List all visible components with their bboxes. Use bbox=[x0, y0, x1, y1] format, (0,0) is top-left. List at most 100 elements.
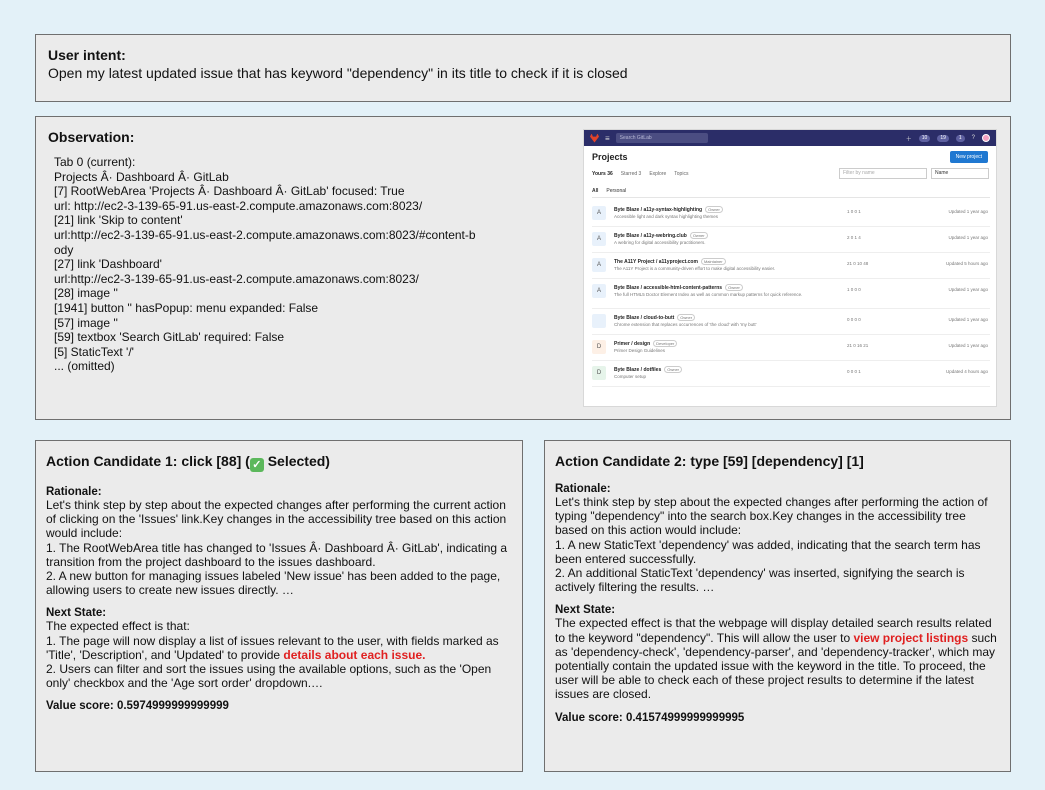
project-row[interactable]: Byte Blaze / cloud-to-butt Owner Chrome e… bbox=[592, 309, 990, 335]
project-name[interactable]: Byte Blaze / cloud-to-butt Owner bbox=[614, 314, 696, 321]
rationale-text: 1. The RootWebArea title has changed to … bbox=[46, 540, 508, 569]
next-state-label: Next State: bbox=[555, 604, 616, 617]
role-badge: Owner bbox=[725, 284, 743, 291]
rationale-label: Rationale: bbox=[555, 483, 611, 495]
project-stats: 0 0 0 0 bbox=[847, 317, 861, 322]
user-intent-text: Open my latest updated issue that has ke… bbox=[48, 65, 628, 81]
candidate-title: Action Candidate 2: type [59] [dependenc… bbox=[555, 453, 864, 469]
obs-line: [59] textbox 'Search GitLab' required: F… bbox=[54, 330, 285, 345]
next-state-text: 1. The page will now display a list of i… bbox=[46, 633, 499, 662]
rationale-text: 1. A new StaticText 'dependency' was add… bbox=[555, 537, 981, 566]
tab-explore[interactable]: Explore bbox=[649, 171, 666, 177]
rationale-label: Rationale: bbox=[46, 486, 102, 498]
project-stats: 0 0 0 1 bbox=[847, 369, 861, 374]
project-stats: 21 0 16 21 bbox=[847, 343, 869, 348]
obs-line: url:http://ec2-3-139-65-91.us-east-2.com… bbox=[54, 227, 476, 242]
project-name[interactable]: Byte Blaze / a11y-syntax-highlighting Own… bbox=[614, 206, 723, 213]
menu-icon[interactable]: ≡ bbox=[605, 134, 610, 143]
rationale-text: Let's think step by step about the expec… bbox=[555, 495, 988, 538]
observation-panel: Observation: Tab 0 (current): Projects Â… bbox=[35, 116, 1011, 420]
project-name[interactable]: Byte Blaze / accessible-html-content-pat… bbox=[614, 284, 743, 291]
candidate-title: Action Candidate 1: click [88] (✓ Select… bbox=[46, 453, 330, 472]
next-state-text: 2. Users can filter and sort the issues … bbox=[46, 662, 492, 691]
project-avatar: A bbox=[592, 232, 606, 246]
project-row[interactable]: A The A11Y Project / a11yproject.com Main… bbox=[592, 253, 990, 279]
project-avatar: A bbox=[592, 284, 606, 298]
plus-icon[interactable]: ＋ bbox=[906, 134, 912, 143]
next-state-text: The expected effect is that the webpage … bbox=[555, 616, 997, 702]
project-list: A Byte Blaze / a11y-syntax-highlighting O… bbox=[592, 201, 990, 387]
gitlab-logo-icon[interactable] bbox=[590, 133, 599, 143]
rationale-text: 2. A new button for managing issues labe… bbox=[46, 569, 501, 598]
highlight-text: view project listings bbox=[853, 630, 969, 645]
obs-line: [5] StaticText '/' bbox=[54, 344, 134, 359]
project-description: The A11Y Project is a community-driven e… bbox=[614, 266, 776, 271]
next-state-intro: The expected effect is that: bbox=[46, 619, 190, 634]
project-avatar: A bbox=[592, 258, 606, 272]
observation-heading: Observation: bbox=[48, 129, 135, 145]
obs-line: Projects Â· Dashboard Â· GitLab bbox=[54, 169, 229, 184]
merge-requests-badge[interactable]: 19 bbox=[937, 134, 949, 142]
project-updated: Updated 1 year ago bbox=[948, 317, 988, 322]
value-score: Value score: 0.5974999999999999 bbox=[46, 700, 229, 713]
project-description: Accessible light and dark syntax highlig… bbox=[614, 214, 719, 219]
project-avatar: D bbox=[592, 366, 606, 380]
role-badge: Owner bbox=[677, 314, 696, 321]
obs-line: Tab 0 (current): bbox=[54, 155, 136, 169]
todos-badge[interactable]: 1 bbox=[955, 134, 965, 142]
role-badge: Developer bbox=[653, 340, 678, 347]
project-avatar: D bbox=[592, 340, 606, 354]
subtab-all[interactable]: All bbox=[592, 188, 598, 194]
search-input[interactable]: Search GitLab bbox=[615, 133, 708, 143]
page-title: Projects bbox=[592, 152, 628, 162]
project-stats: 2 0 1 4 bbox=[847, 235, 861, 240]
obs-line: [28] image '' bbox=[54, 286, 118, 301]
project-row[interactable]: D Byte Blaze / dotfiles Owner Computer se… bbox=[592, 361, 990, 387]
user-intent-heading: User intent: bbox=[48, 47, 126, 63]
topbar-actions: ＋ 10 19 1 ? bbox=[906, 134, 990, 143]
tab-starred[interactable]: Starred 3 bbox=[621, 171, 642, 177]
project-row[interactable]: A Byte Blaze / accessible-html-content-p… bbox=[592, 279, 990, 309]
project-description: The full HTML5 Doctor Element Index as w… bbox=[614, 292, 803, 297]
obs-line: [27] link 'Dashboard' bbox=[54, 257, 162, 272]
tab-yours[interactable]: Yours 36 bbox=[592, 171, 613, 177]
subtab-personal[interactable]: Personal bbox=[606, 188, 626, 194]
rationale-text: 2. An additional StaticText 'dependency'… bbox=[555, 566, 965, 595]
project-stats: 1 0 0 1 bbox=[847, 209, 861, 214]
tab-topics[interactable]: Topics bbox=[674, 171, 688, 177]
obs-line: url:http://ec2-3-139-65-91.us-east-2.com… bbox=[54, 271, 419, 286]
project-updated: Updated 4 hours ago bbox=[945, 369, 988, 374]
project-name[interactable]: The A11Y Project / a11yproject.com Mainta… bbox=[614, 258, 726, 265]
project-name[interactable]: Byte Blaze / dotfiles Owner bbox=[614, 366, 683, 373]
project-updated: Updated 1 year ago bbox=[948, 209, 988, 214]
project-stats: 21 0 10 48 bbox=[847, 261, 869, 266]
project-name[interactable]: Primer / design Developer bbox=[614, 340, 678, 347]
gitlab-screenshot: ≡ Search GitLab ＋ 10 19 1 ? Projects New… bbox=[583, 129, 997, 407]
role-badge: Maintainer bbox=[700, 258, 726, 265]
checkmark-icon: ✓ bbox=[249, 458, 264, 472]
project-description: A webring for digital accessibility prac… bbox=[614, 240, 706, 245]
project-stats: 1 0 0 0 bbox=[847, 287, 861, 292]
sort-dropdown[interactable]: Name bbox=[931, 168, 989, 179]
avatar[interactable] bbox=[982, 134, 990, 142]
project-updated: Updated 5 hours ago bbox=[945, 261, 988, 266]
project-updated: Updated 1 year ago bbox=[948, 287, 988, 292]
issues-count-badge[interactable]: 10 bbox=[918, 134, 931, 142]
project-avatar bbox=[592, 314, 606, 328]
obs-line: [1941] button '' hasPopup: menu expanded… bbox=[54, 300, 319, 315]
project-row[interactable]: D Primer / design Developer Primer Design… bbox=[592, 335, 990, 361]
filter-input[interactable]: Filter by name bbox=[839, 168, 927, 179]
project-avatar: A bbox=[592, 206, 606, 220]
highlight-text: details about each issue. bbox=[283, 647, 426, 662]
help-icon[interactable]: ? bbox=[972, 135, 975, 141]
project-tabs: Yours 36 Starred 3 Explore Topics bbox=[592, 171, 688, 177]
project-description: Chrome extension that replaces occurrenc… bbox=[614, 322, 757, 327]
action-candidate-1: Action Candidate 1: click [88] (✓ Select… bbox=[35, 440, 523, 772]
next-state-label: Next State: bbox=[46, 607, 107, 620]
project-row[interactable]: A Byte Blaze / a11y-syntax-highlighting O… bbox=[592, 201, 990, 227]
role-badge: Owner bbox=[689, 232, 708, 239]
obs-line: ody bbox=[54, 242, 74, 257]
project-name[interactable]: Byte Blaze / a11y-webring.club Owner bbox=[614, 232, 708, 239]
new-project-button[interactable]: New project bbox=[949, 151, 988, 163]
project-row[interactable]: A Byte Blaze / a11y-webring.club Owner A … bbox=[592, 227, 990, 253]
